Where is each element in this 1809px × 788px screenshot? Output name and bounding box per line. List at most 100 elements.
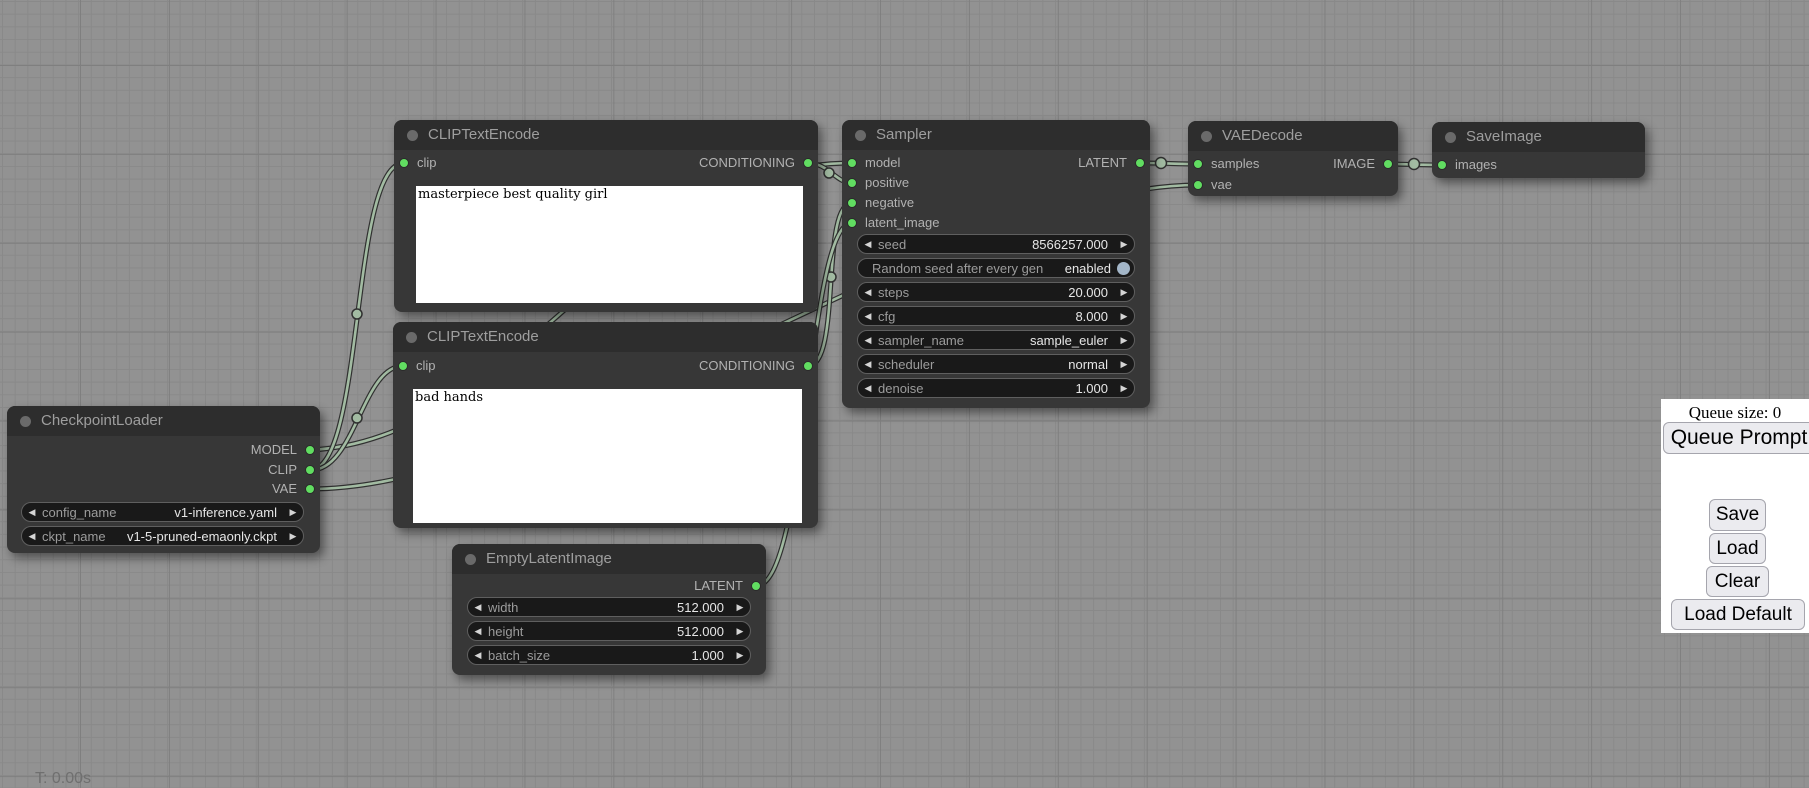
widget-steps[interactable]: ◀ steps 20.000 ▶ xyxy=(857,282,1135,302)
next-arrow-icon[interactable]: ▶ xyxy=(730,650,750,661)
input-port-latent-image[interactable] xyxy=(847,218,857,228)
input-port-positive[interactable] xyxy=(847,178,857,188)
link-clip-negative[interactable] xyxy=(310,366,403,470)
prompt-textarea[interactable]: masterpiece best quality girl xyxy=(416,186,803,303)
next-arrow-icon[interactable]: ▶ xyxy=(1114,359,1134,370)
widget-batch-size[interactable]: ◀ batch_size 1.000 ▶ xyxy=(467,645,751,665)
node-title-bar[interactable]: CLIPTextEncode xyxy=(394,120,818,150)
slot-row: vae xyxy=(1188,175,1398,195)
prev-arrow-icon[interactable]: ◀ xyxy=(858,311,878,322)
widget-cfg[interactable]: ◀ cfg 8.000 ▶ xyxy=(857,306,1135,326)
node-clip-text-encode-positive[interactable]: CLIPTextEncode clip CONDITIONING masterp… xyxy=(394,120,818,312)
node-collapse-dot[interactable] xyxy=(1445,132,1456,143)
prompt-textarea[interactable]: bad hands xyxy=(413,389,802,523)
next-arrow-icon[interactable]: ▶ xyxy=(1114,383,1134,394)
widget-config-name[interactable]: ◀ config_name v1-inference.yaml ▶ xyxy=(21,502,304,522)
widget-label: denoise xyxy=(878,381,924,396)
output-port-conditioning[interactable] xyxy=(803,158,813,168)
load-default-button[interactable]: Load Default xyxy=(1671,599,1805,630)
next-arrow-icon[interactable]: ▶ xyxy=(1114,335,1134,346)
node-title-bar[interactable]: Sampler xyxy=(842,120,1150,150)
node-title-bar[interactable]: EmptyLatentImage xyxy=(452,544,766,574)
load-button[interactable]: Load xyxy=(1709,533,1766,564)
save-button[interactable]: Save xyxy=(1709,499,1766,531)
output-port-model[interactable] xyxy=(305,445,315,455)
node-collapse-dot[interactable] xyxy=(20,416,31,427)
prev-arrow-icon[interactable]: ◀ xyxy=(858,383,878,394)
node-collapse-dot[interactable] xyxy=(407,130,418,141)
output-label: MODEL xyxy=(251,440,297,460)
input-label: clip xyxy=(416,356,436,376)
prev-arrow-icon[interactable]: ◀ xyxy=(468,650,488,661)
node-collapse-dot[interactable] xyxy=(1201,131,1212,142)
prev-arrow-icon[interactable]: ◀ xyxy=(468,602,488,613)
queue-prompt-button[interactable]: Queue Prompt xyxy=(1663,422,1809,454)
prev-arrow-icon[interactable]: ◀ xyxy=(858,239,878,250)
output-port-conditioning[interactable] xyxy=(803,361,813,371)
output-port-latent[interactable] xyxy=(1135,158,1145,168)
input-port-negative[interactable] xyxy=(847,198,857,208)
prev-arrow-icon[interactable]: ◀ xyxy=(22,507,42,518)
node-collapse-dot[interactable] xyxy=(406,332,417,343)
node-collapse-dot[interactable] xyxy=(465,554,476,565)
input-label: model xyxy=(865,153,900,173)
next-arrow-icon[interactable]: ▶ xyxy=(1114,311,1134,322)
slot-row: positive xyxy=(842,173,1150,193)
prev-arrow-icon[interactable]: ◀ xyxy=(468,626,488,637)
node-save-image[interactable]: SaveImage images xyxy=(1432,122,1645,178)
next-arrow-icon[interactable]: ▶ xyxy=(1114,239,1134,250)
widget-ckpt-name[interactable]: ◀ ckpt_name v1-5-pruned-emaonly.ckpt ▶ xyxy=(21,526,304,546)
prev-arrow-icon[interactable]: ◀ xyxy=(858,287,878,298)
slot-row: latent_image xyxy=(842,213,1150,233)
node-title-bar[interactable]: VAEDecode xyxy=(1188,121,1398,151)
toggle-dot[interactable] xyxy=(1117,262,1130,275)
node-checkpoint-loader[interactable]: CheckpointLoader MODEL CLIP VAE ◀ config… xyxy=(7,406,320,553)
output-port-vae[interactable] xyxy=(305,484,315,494)
node-sampler[interactable]: Sampler model LATENT positive negative l… xyxy=(842,120,1150,408)
output-port-latent[interactable] xyxy=(751,581,761,591)
node-title: CLIPTextEncode xyxy=(427,322,539,352)
output-slot-row: CLIP xyxy=(7,460,320,480)
node-title-bar[interactable]: SaveImage xyxy=(1432,122,1645,152)
node-title: SaveImage xyxy=(1466,122,1542,152)
widget-sampler-name[interactable]: ◀ sampler_name sample_euler ▶ xyxy=(857,330,1135,350)
widget-height[interactable]: ◀ height 512.000 ▶ xyxy=(467,621,751,641)
widget-denoise[interactable]: ◀ denoise 1.000 ▶ xyxy=(857,378,1135,398)
node-title: CheckpointLoader xyxy=(41,406,163,436)
output-port-image[interactable] xyxy=(1383,159,1393,169)
widget-label: ckpt_name xyxy=(42,529,106,544)
queue-size-label: Queue size: 0 xyxy=(1661,403,1809,423)
next-arrow-icon[interactable]: ▶ xyxy=(730,626,750,637)
input-port-model[interactable] xyxy=(847,158,857,168)
widget-seed[interactable]: ◀ seed 8566257.000 ▶ xyxy=(857,234,1135,254)
next-arrow-icon[interactable]: ▶ xyxy=(283,507,303,518)
slot-row: model LATENT xyxy=(842,153,1150,173)
next-arrow-icon[interactable]: ▶ xyxy=(1114,287,1134,298)
node-collapse-dot[interactable] xyxy=(855,130,866,141)
output-label: CONDITIONING xyxy=(699,356,795,376)
node-title-bar[interactable]: CLIPTextEncode xyxy=(393,322,818,352)
input-port-clip[interactable] xyxy=(398,361,408,371)
widget-label: height xyxy=(488,624,523,639)
output-port-clip[interactable] xyxy=(305,465,315,475)
input-port-samples[interactable] xyxy=(1193,159,1203,169)
node-clip-text-encode-negative[interactable]: CLIPTextEncode clip CONDITIONING bad han… xyxy=(393,322,818,528)
next-arrow-icon[interactable]: ▶ xyxy=(730,602,750,613)
node-title-bar[interactable]: CheckpointLoader xyxy=(7,406,320,436)
widget-width[interactable]: ◀ width 512.000 ▶ xyxy=(467,597,751,617)
clear-button[interactable]: Clear xyxy=(1706,566,1769,597)
prev-arrow-icon[interactable]: ◀ xyxy=(858,359,878,370)
prev-arrow-icon[interactable]: ◀ xyxy=(858,335,878,346)
prev-arrow-icon[interactable]: ◀ xyxy=(22,531,42,542)
widget-scheduler[interactable]: ◀ scheduler normal ▶ xyxy=(857,354,1135,374)
node-title: VAEDecode xyxy=(1222,121,1303,151)
next-arrow-icon[interactable]: ▶ xyxy=(283,531,303,542)
input-port-clip[interactable] xyxy=(399,158,409,168)
widget-random-seed-toggle[interactable]: Random seed after every gen enabled xyxy=(857,258,1135,278)
widget-value: 1.000 xyxy=(550,648,730,663)
input-port-vae[interactable] xyxy=(1193,180,1203,190)
input-port-images[interactable] xyxy=(1437,160,1447,170)
node-vae-decode[interactable]: VAEDecode samples IMAGE vae xyxy=(1188,121,1398,196)
node-empty-latent-image[interactable]: EmptyLatentImage LATENT ◀ width 512.000 … xyxy=(452,544,766,675)
widget-value: 8566257.000 xyxy=(906,237,1114,252)
